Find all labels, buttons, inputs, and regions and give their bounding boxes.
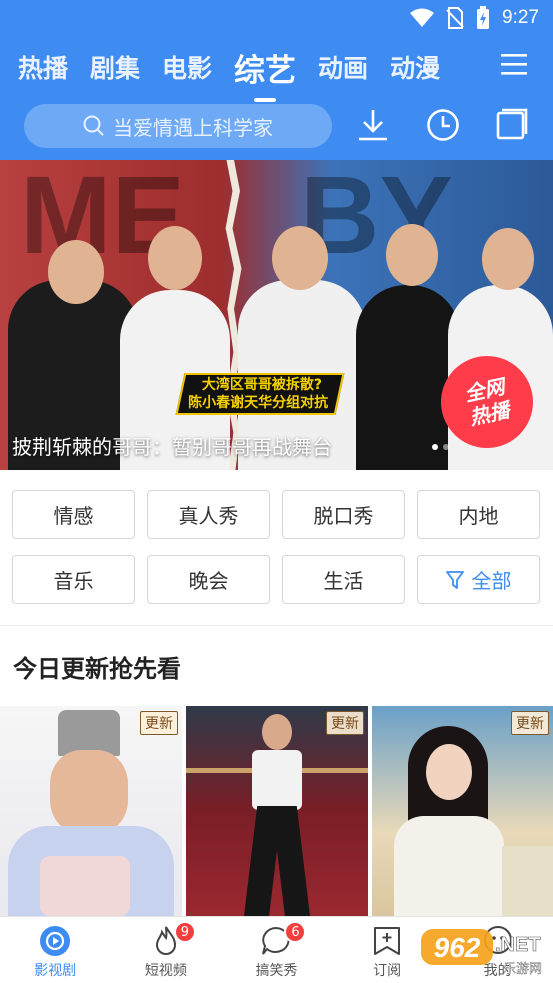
banner-person <box>356 285 460 470</box>
category-tabs: 热播 剧集 电影 综艺 动画 动漫 <box>18 44 553 102</box>
history-icon[interactable] <box>426 108 460 142</box>
pagination-dot-active <box>432 444 438 450</box>
category-chip-life[interactable]: 生活 <box>282 555 405 604</box>
banner-pagination <box>432 444 449 450</box>
banner-face <box>148 226 202 290</box>
thumbnail-card[interactable]: 更新 <box>0 706 182 916</box>
nav-label: 影视剧 <box>34 963 77 979</box>
tab-series[interactable]: 剧集 <box>90 49 140 85</box>
thumb-face <box>426 744 472 800</box>
category-chip-talkshow[interactable]: 脱口秀 <box>282 490 405 539</box>
screen-cast-icon[interactable] <box>496 108 528 140</box>
tab-movies[interactable]: 电影 <box>162 49 212 85</box>
category-chip-reality[interactable]: 真人秀 <box>147 490 270 539</box>
nav-item-funny[interactable]: 6 搞笑秀 <box>221 917 332 983</box>
battery-charging-icon <box>477 6 490 29</box>
thumb-face <box>262 714 292 750</box>
category-chip-all[interactable]: 全部 <box>417 555 540 604</box>
banner-face <box>48 240 104 304</box>
menu-icon[interactable] <box>501 52 527 76</box>
section-title: 今日更新抢先看 <box>13 655 181 683</box>
category-chip-emotion[interactable]: 情感 <box>12 490 135 539</box>
banner-promo-badge: 大湾区哥哥被拆散? 陈小春谢天华分组对抗 <box>175 373 345 415</box>
thumbnail-card[interactable]: 更新 <box>372 706 553 916</box>
status-time: 9:27 <box>502 7 539 28</box>
nav-label: 短视频 <box>144 963 187 979</box>
nav-item-short-video[interactable]: 9 短视频 <box>111 917 222 983</box>
nav-label: 搞笑秀 <box>255 963 298 979</box>
subscribe-icon <box>374 927 401 955</box>
play-icon <box>40 926 71 956</box>
thumb-figure <box>244 806 310 916</box>
update-tag: 更新 <box>326 711 364 735</box>
thumbnail-card[interactable]: 更新 <box>186 706 368 916</box>
nav-item-dramas[interactable]: 影视剧 <box>0 917 111 983</box>
category-chip-gala[interactable]: 晚会 <box>147 555 270 604</box>
banner-face <box>482 228 534 290</box>
notification-badge: 6 <box>284 921 307 943</box>
no-sim-icon <box>446 7 464 29</box>
thumb-figure <box>394 816 504 916</box>
banner-badge-line1: 大湾区哥哥被拆散? <box>201 377 322 393</box>
watermark-subtitle: 乐游网 <box>503 962 542 977</box>
site-watermark: 962 .NET 乐游网 <box>421 929 542 977</box>
banner-face <box>272 226 328 290</box>
category-grid: 情感 真人秀 脱口秀 内地 音乐 晚会 生活 全部 <box>12 490 541 604</box>
thumb-figure <box>252 750 302 810</box>
bottom-nav: 影视剧 9 短视频 6 搞笑秀 订阅 我的 962 .NET 乐游网 <box>0 916 553 983</box>
pagination-dot <box>443 444 449 450</box>
status-bar: 9:27 <box>0 0 553 40</box>
search-input[interactable]: 当爱情遇上科学家 <box>24 104 332 148</box>
update-tag: 更新 <box>140 711 178 735</box>
section-divider <box>0 625 553 626</box>
banner-badge-line2: 陈小春谢天华分组对抗 <box>188 395 329 411</box>
watermark-suffix: .NET <box>495 934 541 956</box>
banner-face <box>386 224 438 286</box>
search-placeholder: 当爱情遇上科学家 <box>113 115 273 140</box>
banner-caption: 披荆斩棘的哥哥：暂别哥哥再战舞台 <box>12 435 332 459</box>
notification-badge: 9 <box>173 921 196 943</box>
update-tag: 更新 <box>511 711 549 735</box>
nav-label: 订阅 <box>373 963 402 979</box>
tab-variety[interactable]: 综艺 <box>234 45 296 102</box>
tab-hot[interactable]: 热播 <box>18 49 68 85</box>
category-chip-mainland[interactable]: 内地 <box>417 490 540 539</box>
top-header: 9:27 热播 剧集 电影 综艺 动画 动漫 当爱情遇上科学家 <box>0 0 553 160</box>
thumb-figure <box>502 846 553 916</box>
search-icon <box>83 115 104 136</box>
category-chip-music[interactable]: 音乐 <box>12 555 135 604</box>
tab-animation[interactable]: 动画 <box>318 49 368 85</box>
category-chip-all-label: 全部 <box>471 569 512 593</box>
tab-anime[interactable]: 动漫 <box>390 49 440 85</box>
wifi-icon <box>410 8 435 27</box>
thumb-face <box>50 750 128 834</box>
thumb-figure <box>40 856 130 916</box>
filter-icon <box>445 570 464 589</box>
watermark-number: 962 <box>434 932 481 963</box>
download-icon[interactable] <box>357 108 389 142</box>
hero-banner[interactable]: ME BY 大湾区哥哥被拆散? 陈小春谢天华分组对抗 全网 热播 披荆斩棘的哥哥… <box>0 160 553 470</box>
update-thumbnails: 更新 更新 更新 <box>0 706 553 916</box>
